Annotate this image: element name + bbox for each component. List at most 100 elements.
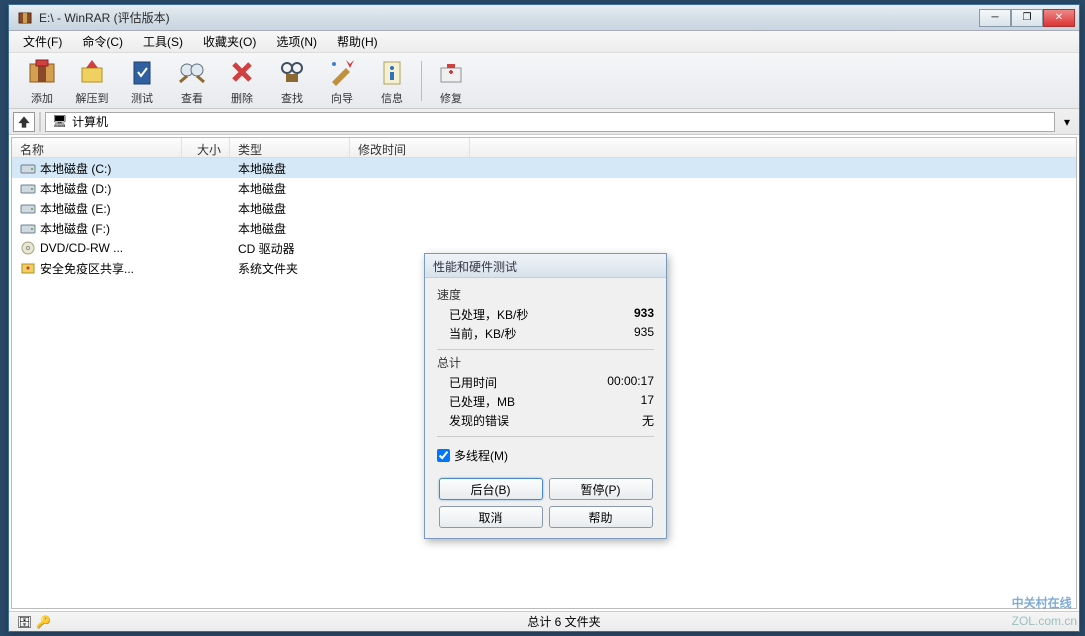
maximize-button[interactable]: ❐ [1011,9,1043,27]
status-text: 总计 6 文件夹 [57,613,1071,630]
processed-mb-value: 17 [641,393,654,410]
col-name[interactable]: 名称 [12,138,182,157]
key-icon: 🔑 [36,615,51,629]
statusbar: 🗄 🔑 总计 6 文件夹 [9,611,1079,631]
menu-file[interactable]: 文件(F) [13,30,72,53]
add-label: 添加 [31,90,53,106]
file-type: 本地磁盘 [230,218,350,239]
file-type: 本地磁盘 [230,178,350,199]
wizard-button[interactable]: 向导 [317,55,367,107]
cd-icon [20,240,36,256]
view-icon [176,56,208,88]
elapsed-value: 00:00:17 [607,374,654,391]
divider [437,436,654,437]
cancel-button[interactable]: 取消 [439,506,543,528]
file-row[interactable]: 本地磁盘 (E:) 本地磁盘 [12,198,1076,218]
addressbar: 🖥 计算机 ▾ [9,109,1079,135]
repair-icon [435,56,467,88]
divider [437,349,654,350]
dialog-buttons: 后台(B) 暂停(P) 取消 帮助 [425,474,666,538]
test-label: 测试 [131,90,153,106]
menubar: 文件(F) 命令(C) 工具(S) 收藏夹(O) 选项(N) 帮助(H) [9,31,1079,53]
app-icon [17,10,33,26]
up-button[interactable] [13,112,35,132]
menu-options[interactable]: 选项(N) [266,30,327,53]
file-name: 本地磁盘 (F:) [40,220,110,237]
drive-icon [20,200,36,216]
wizard-icon [326,56,358,88]
wizard-label: 向导 [331,90,353,106]
test-icon [126,56,158,88]
drive-icon [20,220,36,236]
multithread-checkbox[interactable] [437,449,450,462]
processed-kb-label: 已处理，KB/秒 [449,306,528,323]
titlebar: E:\ - WinRAR (评估版本) ─ ❐ ✕ [9,5,1079,31]
close-button[interactable]: ✕ [1043,9,1075,27]
lock-icon: 🗄 [17,615,32,629]
find-icon [276,56,308,88]
menu-favorites[interactable]: 收藏夹(O) [193,30,266,53]
benchmark-dialog: 性能和硬件测试 速度 已处理，KB/秒 933 当前，KB/秒 935 总计 已… [424,253,667,539]
window-title: E:\ - WinRAR (评估版本) [39,9,979,26]
address-field[interactable]: 🖥 计算机 [45,112,1055,132]
repair-button[interactable]: 修复 [426,55,476,107]
view-button[interactable]: 查看 [167,55,217,107]
errors-value: 无 [642,412,654,429]
extract-label: 解压到 [76,90,109,106]
extract-icon [76,56,108,88]
menu-tools[interactable]: 工具(S) [133,30,193,53]
background-button[interactable]: 后台(B) [439,478,543,500]
find-label: 查找 [281,90,303,106]
info-button[interactable]: 信息 [367,55,417,107]
list-header: 名称 大小 类型 修改时间 [12,138,1076,158]
speed-header: 速度 [437,286,654,303]
sys-icon [20,260,36,276]
dialog-body: 速度 已处理，KB/秒 933 当前，KB/秒 935 总计 已用时间 00:0… [425,278,666,474]
info-icon [376,56,408,88]
help-button[interactable]: 帮助 [549,506,653,528]
delete-icon [226,56,258,88]
info-label: 信息 [381,90,403,106]
find-button[interactable]: 查找 [267,55,317,107]
file-type: CD 驱动器 [230,238,350,259]
repair-label: 修复 [440,90,462,106]
file-row[interactable]: 本地磁盘 (C:) 本地磁盘 [12,158,1076,178]
file-name: 本地磁盘 (C:) [40,160,111,177]
processed-kb-value: 933 [634,306,654,323]
file-type: 本地磁盘 [230,158,350,179]
test-button[interactable]: 测试 [117,55,167,107]
minimize-button[interactable]: ─ [979,9,1011,27]
file-name: 安全免疫区共享... [40,260,134,277]
computer-icon: 🖥 [52,114,68,130]
add-icon [26,56,58,88]
file-name: 本地磁盘 (D:) [40,180,111,197]
file-row[interactable]: 本地磁盘 (D:) 本地磁盘 [12,178,1076,198]
col-size[interactable]: 大小 [182,138,230,157]
status-icons: 🗄 🔑 [17,615,57,629]
address-dropdown[interactable]: ▾ [1059,115,1075,129]
file-type: 系统文件夹 [230,258,350,279]
processed-mb-label: 已处理，MB [449,393,515,410]
address-text: 计算机 [72,113,108,130]
toolbar: 添加 解压到 测试 查看 删除 查找 向导 信息 [9,53,1079,109]
menu-commands[interactable]: 命令(C) [72,30,133,53]
multithread-label: 多线程(M) [454,447,508,464]
total-header: 总计 [437,354,654,371]
add-button[interactable]: 添加 [17,55,67,107]
file-type: 本地磁盘 [230,198,350,219]
file-name: 本地磁盘 (E:) [40,200,111,217]
window-controls: ─ ❐ ✕ [979,9,1075,27]
delete-label: 删除 [231,90,253,106]
current-kb-label: 当前，KB/秒 [449,325,516,342]
delete-button[interactable]: 删除 [217,55,267,107]
col-modified[interactable]: 修改时间 [350,138,470,157]
col-type[interactable]: 类型 [230,138,350,157]
drive-icon [20,180,36,196]
file-name: DVD/CD-RW ... [40,241,123,255]
view-label: 查看 [181,90,203,106]
extract-button[interactable]: 解压到 [67,55,117,107]
menu-help[interactable]: 帮助(H) [327,30,388,53]
pause-button[interactable]: 暂停(P) [549,478,653,500]
file-row[interactable]: 本地磁盘 (F:) 本地磁盘 [12,218,1076,238]
drive-icon [20,160,36,176]
